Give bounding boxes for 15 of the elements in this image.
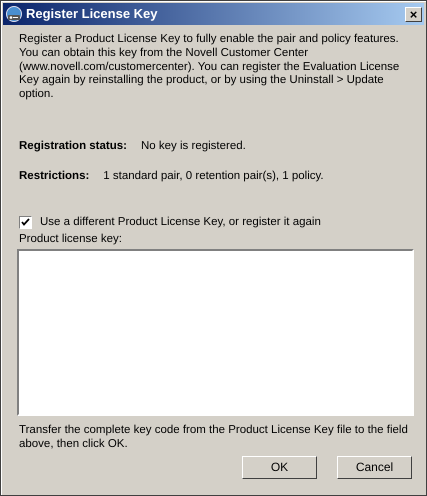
hint-text: Transfer the complete key code from the Product License Key file to the field above, then click OK. (19, 424, 409, 452)
info-value: No key is registered. (141, 140, 246, 154)
checkbox[interactable] (19, 216, 32, 229)
checkbox-label[interactable]: Use a different Product License Key, or register it again (40, 216, 321, 230)
close-button[interactable]: × (405, 6, 422, 22)
license-key-field[interactable] (17, 249, 414, 416)
dialog-button[interactable]: OK (242, 456, 317, 479)
intro-text: Register a Product License Key to fully enable the pair and policy features. You can obtain this key from the Novell Customer Center (www.novell.com/customercenter). You can register the Evaluation License Key again by reinstalling the product, or by using the Uninstall > Update option. (19, 33, 400, 102)
window-title: Register License Key (26, 6, 159, 22)
info-value: 1 standard pair, 0 retention pair(s), 1 policy. (103, 170, 324, 184)
app-icon (6, 6, 22, 22)
info-label: Restrictions: (19, 170, 90, 184)
info-label: Registration status: (19, 140, 127, 154)
field-label: Product license key: (19, 233, 123, 248)
dialog-button[interactable]: Cancel (337, 456, 412, 479)
